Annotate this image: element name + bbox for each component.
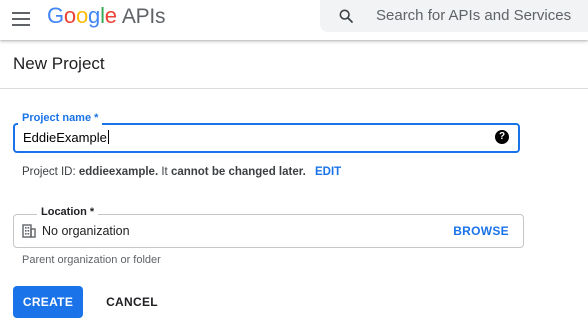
cancel-button[interactable]: CANCEL bbox=[97, 286, 167, 318]
search-input[interactable]: Search for APIs and Services bbox=[376, 7, 571, 24]
project-name-label: Project name * bbox=[18, 111, 103, 125]
location-field[interactable]: No organization BROWSE bbox=[13, 214, 524, 248]
logo-letter: o bbox=[63, 3, 76, 28]
edit-project-id-button[interactable]: EDIT bbox=[315, 166, 341, 178]
logo-letter: e bbox=[104, 3, 117, 28]
logo-letter: G bbox=[47, 3, 64, 28]
building-icon bbox=[22, 224, 36, 238]
create-button[interactable]: CREATE bbox=[13, 286, 83, 318]
location-label: Location * bbox=[37, 205, 99, 219]
browse-button[interactable]: BROWSE bbox=[453, 224, 509, 238]
project-name-field[interactable]: EddieExample ? bbox=[13, 123, 520, 153]
project-name-input[interactable]: EddieExample bbox=[23, 130, 109, 145]
location-value: No organization bbox=[42, 224, 130, 238]
search-bar[interactable]: Search for APIs and Services bbox=[320, 0, 588, 32]
google-apis-logo[interactable]: Google APIs bbox=[47, 2, 166, 31]
divider bbox=[0, 88, 588, 89]
logo-letter: g bbox=[88, 3, 101, 28]
help-icon[interactable]: ? bbox=[495, 130, 509, 144]
project-id-value: eddieexample. bbox=[78, 166, 159, 178]
project-id-text: Project ID: eddieexample. It cannot be c… bbox=[22, 166, 306, 178]
search-icon[interactable] bbox=[338, 8, 354, 24]
logo-letter: o bbox=[75, 3, 89, 28]
logo-suffix: APIs bbox=[121, 5, 166, 28]
project-id-prefix: Project ID: bbox=[22, 166, 79, 178]
top-app-bar: Google APIs Search for APIs and Services bbox=[0, 0, 588, 40]
menu-icon[interactable] bbox=[10, 8, 34, 30]
page-title: New Project bbox=[13, 54, 105, 73]
location-helper-text: Parent organization or folder bbox=[22, 254, 161, 266]
project-id-middle: It bbox=[158, 166, 171, 178]
project-id-warning: cannot be changed later. bbox=[170, 166, 306, 178]
